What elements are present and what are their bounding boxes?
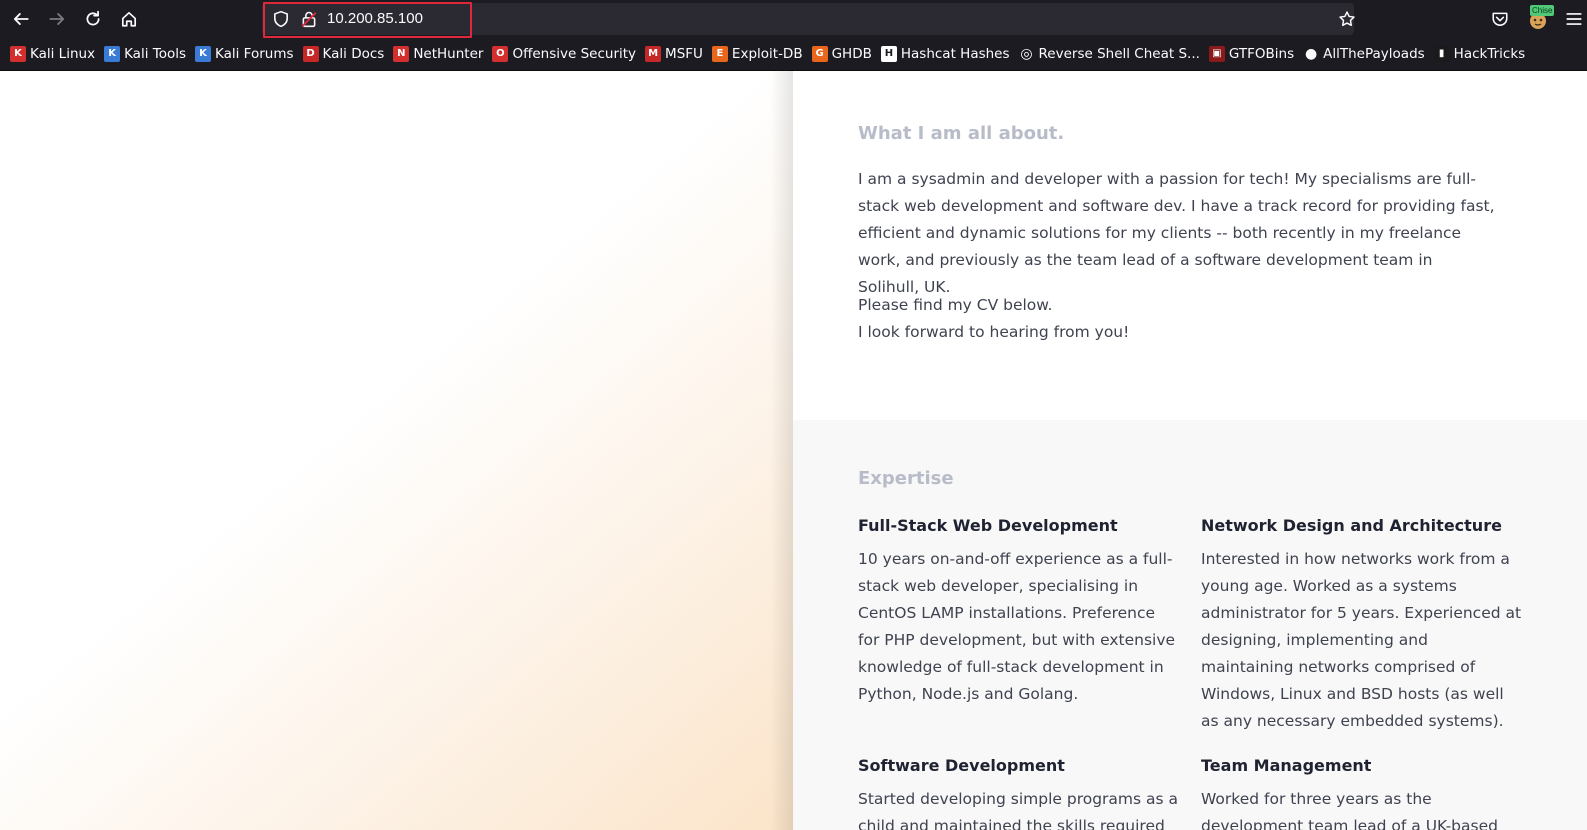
- bookmark-label: MSFU: [665, 46, 703, 62]
- expertise-heading: Network Design and Architecture: [1201, 516, 1502, 535]
- url-bar[interactable]: [262, 3, 1354, 35]
- hacktricks-icon: ▮: [1433, 46, 1450, 62]
- bookmark-label: GHDB: [831, 46, 872, 62]
- bookmark-label: Exploit-DB: [731, 46, 803, 62]
- hero-gradient-panel: [0, 71, 793, 830]
- globe-icon: ◎: [1020, 46, 1033, 62]
- kali-docs-icon: D: [302, 46, 319, 62]
- url-text[interactable]: 10.200.85.100: [327, 10, 423, 28]
- exploit-db-icon: E: [711, 46, 728, 62]
- bookmark-item[interactable]: K Kali Linux: [10, 42, 100, 66]
- kali-dragon-icon: K: [10, 46, 26, 62]
- bookmark-label: GTFOBins: [1228, 46, 1295, 62]
- bookmark-item[interactable]: G GHDB: [811, 42, 877, 66]
- cv-note-line2: I look forward to hearing from you!: [858, 323, 1130, 341]
- bookmark-label: Hashcat Hashes: [900, 46, 1010, 62]
- bookmark-label: Kali Tools: [124, 46, 186, 62]
- expertise-body: Interested in how networks work from a y…: [1201, 550, 1522, 730]
- bookmark-item[interactable]: D Kali Docs: [302, 42, 390, 66]
- about-title: What I am all about.: [858, 123, 1065, 144]
- expertise-heading: Software Development: [858, 756, 1065, 775]
- bookmark-star-icon[interactable]: [1338, 10, 1356, 28]
- bookmark-label: Kali Docs: [322, 46, 385, 62]
- expertise-body: Worked for three years as the developmen…: [1201, 790, 1498, 830]
- bookmark-label: Reverse Shell Cheat S...: [1038, 46, 1200, 62]
- forward-button[interactable]: [45, 7, 69, 31]
- bookmark-item[interactable]: ◎ Reverse Shell Cheat S...: [1019, 42, 1205, 66]
- expertise-item-team: Team Management Worked for three years a…: [1201, 756, 1523, 830]
- github-icon: ●: [1305, 46, 1318, 62]
- expertise-section: Expertise Full-Stack Web Development 10 …: [793, 420, 1587, 830]
- bookmark-item[interactable]: K Kali Tools: [104, 42, 191, 66]
- bookmark-item[interactable]: ● AllThePayloads: [1303, 42, 1430, 66]
- expertise-heading: Team Management: [1201, 756, 1372, 775]
- bookmark-item[interactable]: M MSFU: [645, 42, 708, 66]
- bookmark-label: HackTricks: [1453, 46, 1526, 62]
- about-section: What I am all about. I am a sysadmin and…: [793, 71, 1587, 420]
- back-arrow-icon: [13, 13, 29, 25]
- bookmark-item[interactable]: ▣ GTFOBins: [1208, 42, 1299, 66]
- browser-toolbar: 10.200.85.100 Chise: [0, 0, 1587, 38]
- page-viewport: What I am all about. I am a sysadmin and…: [0, 71, 1587, 830]
- bookmark-label: Kali Forums: [215, 46, 294, 62]
- bookmark-item[interactable]: N NetHunter: [393, 42, 488, 66]
- home-button[interactable]: [117, 7, 141, 31]
- bookmark-item[interactable]: H Hashcat Hashes: [880, 42, 1015, 66]
- expertise-item-network: Network Design and Architecture Interest…: [1201, 516, 1523, 735]
- about-paragraph: I am a sysadmin and developer with a pas…: [858, 170, 1495, 296]
- bookmark-label: Kali Linux: [30, 46, 96, 62]
- bookmark-item[interactable]: ▮ HackTricks: [1433, 42, 1531, 66]
- forward-arrow-icon: [49, 13, 65, 25]
- kali-forums-icon: K: [195, 46, 211, 62]
- expertise-title: Expertise: [858, 468, 954, 489]
- bookmark-item[interactable]: O Offensive Security: [492, 42, 641, 66]
- pocket-icon[interactable]: [1491, 10, 1509, 28]
- expertise-item-software: Software Development Started developing …: [858, 756, 1180, 830]
- tracking-protection-shield-icon[interactable]: [272, 10, 290, 28]
- insecure-lock-icon[interactable]: [300, 10, 318, 28]
- home-icon: [121, 11, 137, 27]
- reload-icon: [86, 10, 100, 26]
- offsec-icon: O: [492, 46, 509, 62]
- reload-button[interactable]: [81, 7, 105, 31]
- cv-note-line1: Please find my CV below.: [858, 296, 1053, 314]
- back-button[interactable]: [9, 7, 33, 31]
- hashcat-icon: H: [880, 46, 897, 62]
- bookmark-item[interactable]: E Exploit-DB: [711, 42, 808, 66]
- expertise-heading: Full-Stack Web Development: [858, 516, 1118, 535]
- expertise-item-fullstack: Full-Stack Web Development 10 years on-a…: [858, 516, 1180, 708]
- bookmark-label: AllThePayloads: [1323, 46, 1425, 62]
- bookmark-label: Offensive Security: [512, 46, 637, 62]
- msfu-icon: M: [645, 46, 662, 62]
- nethunter-icon: N: [393, 46, 410, 62]
- expertise-body: Started developing simple programs as a …: [858, 790, 1179, 830]
- bookmarks-toolbar: K Kali Linux K Kali Tools K Kali Forums D Kali …: [0, 38, 1587, 71]
- bookmark-label: NetHunter: [413, 46, 484, 62]
- hamburger-menu-icon[interactable]: [1565, 10, 1583, 28]
- gtfobins-icon: ▣: [1208, 46, 1225, 62]
- bookmark-item[interactable]: K Kali Forums: [195, 42, 299, 66]
- panel-shadow: [770, 71, 794, 830]
- kali-tools-icon: K: [104, 46, 121, 62]
- extension-badge: Chise: [1530, 5, 1555, 16]
- ghdb-icon: G: [811, 46, 828, 62]
- expertise-body: 10 years on-and-off experience as a full…: [858, 550, 1176, 703]
